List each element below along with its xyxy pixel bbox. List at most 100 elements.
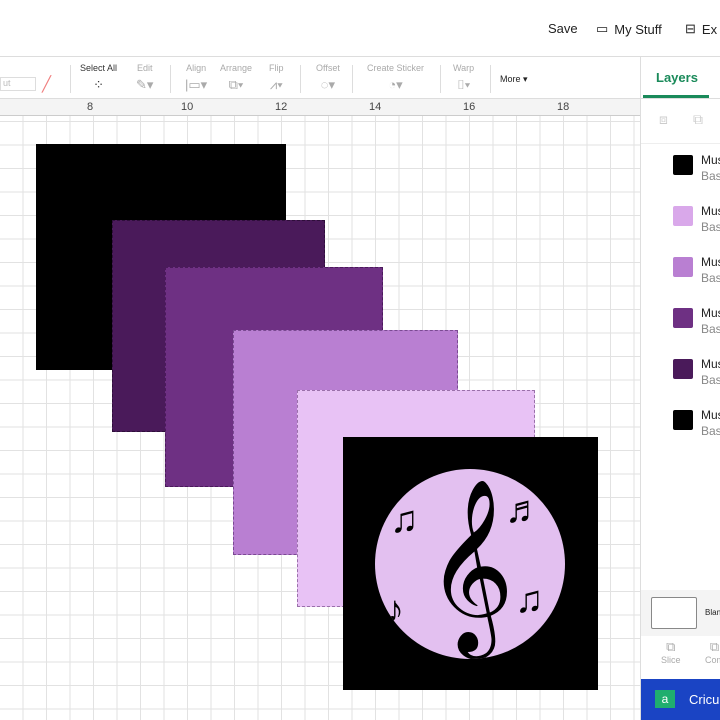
layer-name: Mus: [701, 306, 720, 320]
layer-black-front[interactable]: 𝄞 ♫ ♬ ♫ ♪: [343, 437, 598, 690]
layer-type: Bas: [701, 322, 720, 336]
layer-type: Bas: [701, 424, 720, 438]
layer-type: Bas: [701, 373, 720, 387]
cricut-label: Cricu: [689, 692, 720, 707]
top-bar: Save ▭ My Stuff ⊟ Ex: [0, 0, 720, 57]
combine-icon: ⧉: [709, 639, 720, 654]
layer-item[interactable]: Mus Bas: [673, 153, 720, 193]
blank-label: Blan: [705, 608, 720, 617]
arrange-label: Arrange: [220, 63, 253, 73]
inbox-icon: ▭: [596, 21, 609, 36]
layer-item[interactable]: Mus Bas: [673, 255, 720, 295]
ruler-tick: 12: [275, 101, 288, 113]
combine-button[interactable]: ⧉Com: [705, 639, 720, 665]
music-note-icon: ♫: [515, 579, 544, 621]
create-sticker-label: Create Sticker: [367, 63, 425, 73]
save-label: Save: [548, 21, 578, 36]
divider: [440, 65, 441, 93]
offset-button[interactable]: Offset ◌▾: [316, 63, 340, 93]
layer-type: Bas: [701, 220, 720, 234]
ruler-tick: 18: [557, 101, 570, 113]
align-icon: |▭▾: [185, 77, 208, 92]
warp-icon: ⌷▾: [456, 77, 471, 92]
layer-name: Mus: [701, 153, 720, 167]
blank-canvas-row[interactable]: Blan: [641, 590, 720, 636]
music-note-icon: ♪: [385, 589, 404, 631]
layer-type: Bas: [701, 169, 720, 183]
offset-icon: ◌▾: [320, 77, 336, 92]
music-note-icon: ♫: [390, 499, 419, 541]
layer-thumbnail: [673, 155, 693, 175]
layer-name: Mus: [701, 357, 720, 371]
edit-label: Edit: [136, 63, 153, 73]
flip-button[interactable]: Flip ⩘▾: [269, 63, 284, 93]
offset-label: Offset: [316, 63, 340, 73]
slice-label: Slice: [661, 655, 681, 665]
cricut-make-button[interactable]: a Cricu: [641, 679, 720, 720]
ruler-tick: 16: [463, 101, 476, 113]
align-label: Align: [186, 63, 207, 73]
save-button[interactable]: Save: [548, 21, 578, 36]
select-all-label: Select All: [80, 63, 118, 73]
tab-layers[interactable]: Layers: [656, 70, 698, 85]
edit-toolbar: ut ╱ Select All ⁘ Edit ✎▾ Align |▭▾ Arrange…: [0, 57, 640, 99]
pen-color-icon[interactable]: ╱: [42, 75, 51, 93]
design-canvas[interactable]: 𝄞 ♫ ♬ ♫ ♪: [0, 116, 640, 720]
pencil-icon: ✎▾: [136, 77, 154, 92]
divider: [352, 65, 353, 93]
slice-button[interactable]: ⧉ Slice: [661, 639, 681, 665]
create-sticker-button[interactable]: Create Sticker ◔▾: [367, 63, 424, 93]
divider: [641, 143, 720, 144]
layer-item[interactable]: Mus Bas: [673, 306, 720, 346]
slice-icon: ⧉: [666, 639, 676, 654]
divider: [641, 98, 720, 99]
layer-thumbnail: [673, 410, 693, 430]
flip-icon: ⩘▾: [269, 77, 283, 92]
machine-icon: ⊟: [685, 21, 696, 36]
cricut-logo-icon: a: [655, 690, 675, 708]
warp-button[interactable]: Warp ⌷▾: [453, 63, 474, 93]
arrange-button[interactable]: Arrange ⧉▾: [220, 63, 252, 93]
select-all-button[interactable]: Select All ⁘: [80, 63, 117, 93]
align-button[interactable]: Align |▭▾: [185, 63, 207, 93]
divider: [70, 65, 71, 93]
layer-item[interactable]: Mus Bas: [673, 204, 720, 244]
duplicate-icon[interactable]: ⧉: [693, 111, 703, 128]
warp-label: Warp: [453, 63, 475, 73]
divider: [170, 65, 171, 93]
layer-name: Mus: [701, 255, 720, 269]
horizontal-ruler: 8 10 12 14 16 18: [0, 99, 640, 116]
layer-name: Mus: [701, 408, 720, 422]
layer-thumbnail: [673, 308, 693, 328]
linetype-value: ut: [3, 78, 11, 88]
layers-panel: Layers ⧈ ⧉ Mus Bas Mus Bas Mus Bas Mus Bas M…: [640, 57, 720, 720]
combine-label: Com: [705, 655, 720, 665]
select-all-icon: ⁘: [93, 77, 104, 92]
export-button[interactable]: ⊟ Ex: [685, 21, 717, 37]
edit-button[interactable]: Edit ✎▾: [136, 63, 153, 93]
my-stuff-button[interactable]: ▭ My Stuff: [596, 21, 662, 37]
more-label: More ▾: [500, 74, 528, 84]
group-icon[interactable]: ⧈: [659, 111, 668, 128]
arrange-icon: ⧉▾: [228, 77, 244, 92]
layer-item[interactable]: Mus Bas: [673, 408, 720, 448]
sticker-icon: ◔▾: [388, 77, 403, 92]
ruler-tick: 10: [181, 101, 194, 113]
export-label: Ex: [701, 21, 718, 37]
more-button[interactable]: More ▾: [500, 74, 528, 85]
divider: [490, 65, 491, 93]
layer-thumbnail: [673, 206, 693, 226]
my-stuff-label: My Stuff: [614, 21, 662, 37]
layer-item[interactable]: Mus Bas: [673, 357, 720, 397]
layer-thumbnail: [673, 257, 693, 277]
divider: [300, 65, 301, 93]
linetype-select[interactable]: ut: [0, 77, 36, 91]
blank-canvas-swatch[interactable]: [651, 597, 697, 629]
music-note-icon: ♬: [505, 489, 543, 531]
layer-thumbnail: [673, 359, 693, 379]
circle-cutout: 𝄞 ♫ ♬ ♫ ♪: [375, 469, 565, 659]
layer-type: Bas: [701, 271, 720, 285]
flip-label: Flip: [269, 63, 284, 73]
ruler-tick: 14: [369, 101, 382, 113]
ruler-tick: 8: [87, 101, 94, 113]
